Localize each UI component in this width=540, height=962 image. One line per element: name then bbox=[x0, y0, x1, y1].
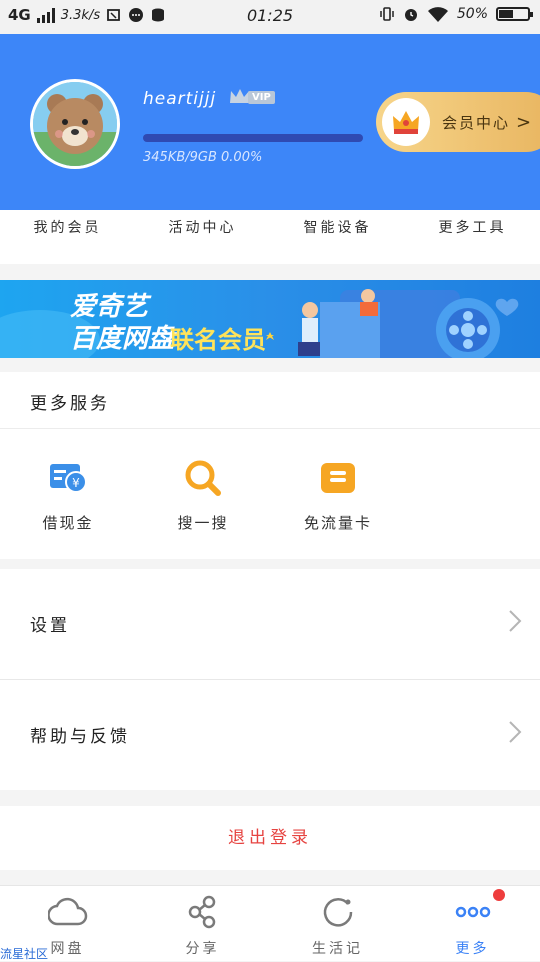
member-center-label: 会员中心 bbox=[442, 113, 511, 132]
help-feedback-row[interactable]: 帮助与反馈 bbox=[0, 680, 540, 790]
storage-progress-bar bbox=[143, 134, 363, 142]
service-label: 搜一搜 bbox=[177, 514, 229, 532]
cloud-icon bbox=[47, 897, 87, 926]
wifi-icon bbox=[427, 7, 448, 22]
logout-button[interactable]: 退出登录 bbox=[0, 806, 540, 870]
chevron-right-icon: > bbox=[516, 111, 532, 133]
settings-row[interactable]: 设置 bbox=[0, 569, 540, 679]
service-label: 免流量卡 bbox=[303, 514, 372, 532]
logout-label: 退出登录 bbox=[228, 828, 312, 848]
banner-joint-membership: 联名会员 bbox=[170, 326, 266, 354]
storage-quota-text: 345KB/9GB 0.00% bbox=[143, 150, 263, 165]
avatar[interactable] bbox=[30, 79, 120, 169]
nav-label: 生活记 bbox=[312, 941, 363, 957]
profile-header: heartijjj VIP 345KB/9GB 0.00% 会员中心 > bbox=[0, 34, 540, 210]
nav-life-record[interactable]: 生活记 bbox=[270, 886, 405, 961]
service-free-data-card[interactable]: 免流量卡 bbox=[288, 458, 388, 533]
service-search[interactable]: 搜一搜 bbox=[153, 458, 253, 533]
tab-my-membership[interactable]: 我的会员 bbox=[0, 210, 135, 264]
divider bbox=[0, 428, 540, 429]
service-label: 借现金 bbox=[42, 514, 94, 532]
watermark: 流星社区 bbox=[0, 947, 49, 961]
tab-more-tools[interactable]: 更多工具 bbox=[405, 210, 540, 264]
promo-banner[interactable]: 爱奇艺 百度网盘 联名会员 bbox=[0, 280, 540, 358]
settings-label: 设置 bbox=[30, 616, 70, 636]
username: heartijjj bbox=[143, 89, 217, 109]
nav-share[interactable]: 分享 bbox=[135, 886, 270, 961]
alarm-icon bbox=[404, 9, 417, 21]
vip-badge: VIP bbox=[228, 87, 275, 107]
vibrate-icon bbox=[380, 7, 394, 21]
nav-more[interactable]: 更多 bbox=[405, 886, 540, 961]
tab-activity-center[interactable]: 活动中心 bbox=[135, 210, 270, 264]
search-icon bbox=[185, 460, 221, 496]
king-crown-icon bbox=[393, 111, 419, 134]
nav-label: 更多 bbox=[455, 941, 490, 957]
services-title: 更多服务 bbox=[30, 394, 110, 414]
cash-card-icon: ¥ bbox=[50, 464, 87, 493]
status-bar: 4G 3.3k/s 01:25 50% bbox=[0, 0, 540, 34]
battery-icon bbox=[496, 7, 533, 21]
share-icon bbox=[188, 895, 215, 929]
svg-text:¥: ¥ bbox=[72, 476, 80, 490]
member-center-button[interactable]: 会员中心 > bbox=[376, 92, 540, 152]
tab-smart-devices[interactable]: 智能设备 bbox=[270, 210, 405, 264]
vip-label: VIP bbox=[248, 90, 275, 104]
member-crown-badge bbox=[382, 98, 430, 146]
battery-percent: 50% bbox=[456, 6, 488, 22]
nav-label: 分享 bbox=[185, 941, 220, 957]
bottom-nav: 网盘 分享 生活记 更多 bbox=[0, 885, 540, 961]
service-borrow-cash[interactable]: ¥ 借现金 bbox=[18, 458, 118, 533]
life-record-icon bbox=[323, 898, 352, 927]
banner-brand-baidu: 百度网盘 bbox=[70, 324, 175, 354]
help-feedback-label: 帮助与反馈 bbox=[30, 727, 130, 747]
sim-card-icon bbox=[321, 463, 355, 493]
bear-avatar-icon bbox=[33, 82, 117, 166]
notification-dot bbox=[493, 889, 505, 901]
more-dots-icon bbox=[455, 906, 490, 918]
chevron-right-icon bbox=[509, 610, 522, 632]
more-services-card: 更多服务 ¥ 借现金 搜一搜 免流量卡 bbox=[0, 372, 540, 559]
quick-tabs: 我的会员 活动中心 智能设备 更多工具 bbox=[0, 210, 540, 264]
chevron-right-icon bbox=[509, 721, 522, 743]
